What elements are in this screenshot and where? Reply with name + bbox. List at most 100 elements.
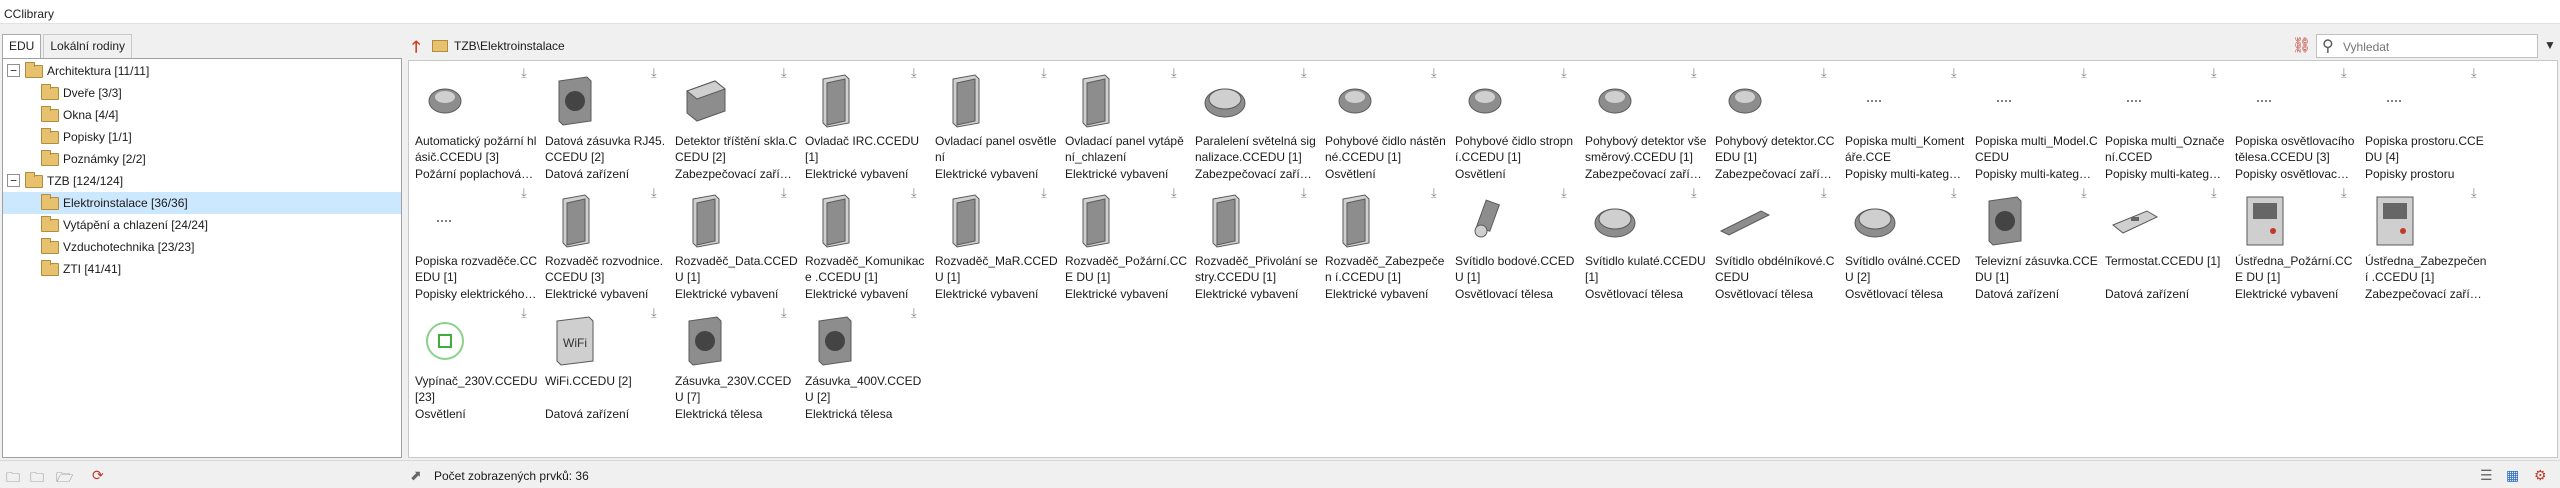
download-icon[interactable]: ⤓ [1041,65,1047,81]
download-icon[interactable]: ⤓ [2471,65,2477,81]
remove-folder-icon[interactable]: 🗀 [30,467,44,488]
item-category: Popisky multi-kateg… [1845,167,1962,181]
family-item[interactable]: ⤓ Ovladač IRC.CCEDU [1] Elektrické vybaven… [799,63,927,183]
download-icon[interactable]: ⤓ [1301,65,1307,81]
download-icon[interactable]: ⤓ [2081,65,2087,81]
download-icon[interactable]: ⤓ [1431,65,1437,81]
download-icon[interactable]: ⤓ [2211,65,2217,81]
download-icon[interactable]: ⤓ [911,185,917,201]
download-icon[interactable]: ⤓ [2471,185,2477,201]
filter-icon[interactable]: ⛓ [2292,36,2311,54]
family-item[interactable]: ⤓ Rozvaděč_Zabezpečen í.CCEDU [1] Elektric… [1319,183,1447,303]
add-folder-icon[interactable]: 🗀 [6,467,20,488]
load-icon[interactable]: ⬈ [410,467,422,484]
tree-node[interactable]: Dveře [3/3] [3,82,401,104]
download-icon[interactable]: ⤓ [2211,185,2217,201]
family-item[interactable]: ⤓ Rozvaděč_Komunikace .CCEDU [1] Elektrick… [799,183,927,303]
family-item[interactable]: ⤓ Pohybový detektor všesměrový.CCEDU [1] Z… [1579,63,1707,183]
tree-node[interactable]: ZTI [41/41] [3,258,401,280]
family-item[interactable]: ⤓ Paralelení světelná signalizace.CCEDU [… [1189,63,1317,183]
tree-node[interactable]: Vytápění a chlazení [24/24] [3,214,401,236]
family-item[interactable]: ⤓ Zásuvka_400V.CCEDU [2] Elektrická tělesa [799,303,927,423]
family-item[interactable]: ⤓ Svítidlo kulaté.CCEDU [1] Osvětlovací tě… [1579,183,1707,303]
download-icon[interactable]: ⤓ [911,305,917,321]
tree-node[interactable]: Vzduchotechnika [23/23] [3,236,401,258]
family-item[interactable]: ⤓ Popiska multi_Komentáře.CCE Popisky mult… [1839,63,1967,183]
item-category: Zabezpečovací zaříz… [1715,167,1837,181]
download-icon[interactable]: ⤓ [1431,185,1437,201]
download-icon[interactable]: ⤓ [2341,185,2347,201]
family-item[interactable]: ⤓ Popiska prostoru.CCEDU [4] Popisky prost… [2359,63,2487,183]
family-item[interactable]: ⤓ Svítidlo obdélníkové.CCEDU Osvětlovací t… [1709,183,1837,303]
tree-node[interactable]: Okna [4/4] [3,104,401,126]
tab-local-families[interactable]: Lokální rodiny [43,34,133,58]
download-icon[interactable]: ⤓ [651,65,657,81]
download-icon[interactable]: ⤓ [1691,185,1697,201]
family-item[interactable]: ⤓ Ústředna_Zabezpečení .CCEDU [1] Zabezpeč… [2359,183,2487,303]
family-item[interactable]: ⤓ Vypínač_230V.CCEDU [23] Osvětlení [409,303,538,423]
download-icon[interactable]: ⤓ [1561,65,1567,81]
download-icon[interactable]: ⤓ [1171,185,1177,201]
download-icon[interactable]: ⤓ [521,65,527,81]
tree-node[interactable]: − TZB [124/124] [3,170,401,192]
family-item[interactable]: ⤓ Rozvaděč rozvodnice.CCEDU [3] Elektrické… [539,183,667,303]
family-item[interactable]: ⤓ Popiska osvětlovacího tělesa.CCEDU [3] P… [2229,63,2357,183]
family-item[interactable]: ⤓ Zásuvka_230V.CCEDU [7] Elektrická tělesa [669,303,797,423]
open-folder-icon[interactable]: 🗁 [56,467,73,488]
family-item[interactable]: ⤓ Ústředna_Požární.CCE DU [1] Elektrické v… [2229,183,2357,303]
download-icon[interactable]: ⤓ [1041,185,1047,201]
collapse-toggle-icon[interactable]: − [7,64,20,77]
tab-edu[interactable]: EDU [2,34,42,58]
download-icon[interactable]: ⤓ [1171,65,1177,81]
family-item[interactable]: ⤓ Svítidlo bodové.CCEDU [1] Osvětlovací tě… [1449,183,1577,303]
tree-node[interactable]: Poznámky [2/2] [3,148,401,170]
download-icon[interactable]: ⤓ [781,305,787,321]
collapse-toggle-icon[interactable]: − [7,174,20,187]
download-icon[interactable]: ⤓ [1951,185,1957,201]
list-view-icon[interactable]: ☰ [2480,467,2493,484]
family-item[interactable]: WiFi ⤓ WiFi.CCEDU [2] Datová zařízení [539,303,667,423]
family-item[interactable]: ⤓ Ovladací panel vytápění_chlazení Elektri… [1059,63,1187,183]
family-item[interactable]: ⤓ Popiska multi_Model.CCEDU Popisky multi-… [1969,63,2098,183]
download-icon[interactable]: ⤓ [2341,65,2347,81]
download-icon[interactable]: ⤓ [781,65,787,81]
family-item[interactable]: ⤓ Detektor tříštění skla.CCEDU [2] Zabezpe… [669,63,797,183]
family-item[interactable]: ⤓ Datová zásuvka RJ45.CCEDU [2] Datová zař… [539,63,667,183]
chevron-down-icon[interactable]: ▼ [2544,38,2556,52]
tree-node[interactable]: Popisky [1/1] [3,126,401,148]
family-item[interactable]: ⤓ Pohybový detektor.CCEDU [1] Zabezpečovac… [1709,63,1837,183]
download-icon[interactable]: ⤓ [1821,65,1827,81]
grid-view-icon[interactable]: ▦ [2506,467,2519,484]
settings-icon[interactable]: ⚙ [2534,467,2547,484]
tree-node[interactable]: Elektroinstalace [36/36] [3,192,401,214]
family-item[interactable]: ⤓ Automatický požární hlásič.CCEDU [3] Pož… [409,63,537,183]
family-item[interactable]: ⤓ Ovladací panel osvětlení Elektrické vyba… [929,63,1057,183]
download-icon[interactable]: ⤓ [1951,65,1957,81]
family-item[interactable]: ⤓ Popiska multi_Označení.CCED Popisky mult… [2099,63,2227,183]
family-item[interactable]: ⤓ Rozvaděč_MaR.CCEDU [1] Elektrické vybave… [929,183,1058,303]
download-icon[interactable]: ⤓ [651,185,657,201]
search-input[interactable] [2343,38,2533,55]
download-icon[interactable]: ⤓ [521,185,527,201]
refresh-icon[interactable]: ⟳ [92,467,104,484]
download-icon[interactable]: ⤓ [781,185,787,201]
tree-node[interactable]: − Architektura [11/11] [3,60,401,82]
family-item[interactable]: ⤓ Rozvaděč_Data.CCEDU [1] Elektrické vybav… [669,183,798,303]
download-icon[interactable]: ⤓ [911,65,917,81]
family-item[interactable]: ⤓ Pohybové čidlo nástěnné.CCEDU [1] Osvětl… [1319,63,1447,183]
download-icon[interactable]: ⤓ [2081,185,2087,201]
family-item[interactable]: ⤓ Pohybové čidlo stropní.CCEDU [1] Osvětle… [1449,63,1577,183]
download-icon[interactable]: ⤓ [1821,185,1827,201]
family-item[interactable]: ⤓ Termostat.CCEDU [1] Datová zařízení [2099,183,2227,303]
up-arrow-icon[interactable]: 🡑 [412,36,420,63]
download-icon[interactable]: ⤓ [1301,185,1307,201]
download-icon[interactable]: ⤓ [1691,65,1697,81]
family-item[interactable]: ⤓ Rozvaděč_Přivolání sestry.CCEDU [1] Elek… [1189,183,1318,303]
download-icon[interactable]: ⤓ [1561,185,1567,201]
family-item[interactable]: ⤓ Televizní zásuvka.CCEDU [1] Datová zaříz… [1969,183,2098,303]
family-item[interactable]: ⤓ Svítidlo oválné.CCEDU [2] Osvětlovací tě… [1839,183,1967,303]
download-icon[interactable]: ⤓ [651,305,657,321]
family-item[interactable]: ⤓ Popiska rozvaděče.CCEDU [1] Popisky elek… [409,183,537,303]
family-item[interactable]: ⤓ Rozvaděč_Požární.CCE DU [1] Elektrické v… [1059,183,1187,303]
download-icon[interactable]: ⤓ [521,305,527,321]
